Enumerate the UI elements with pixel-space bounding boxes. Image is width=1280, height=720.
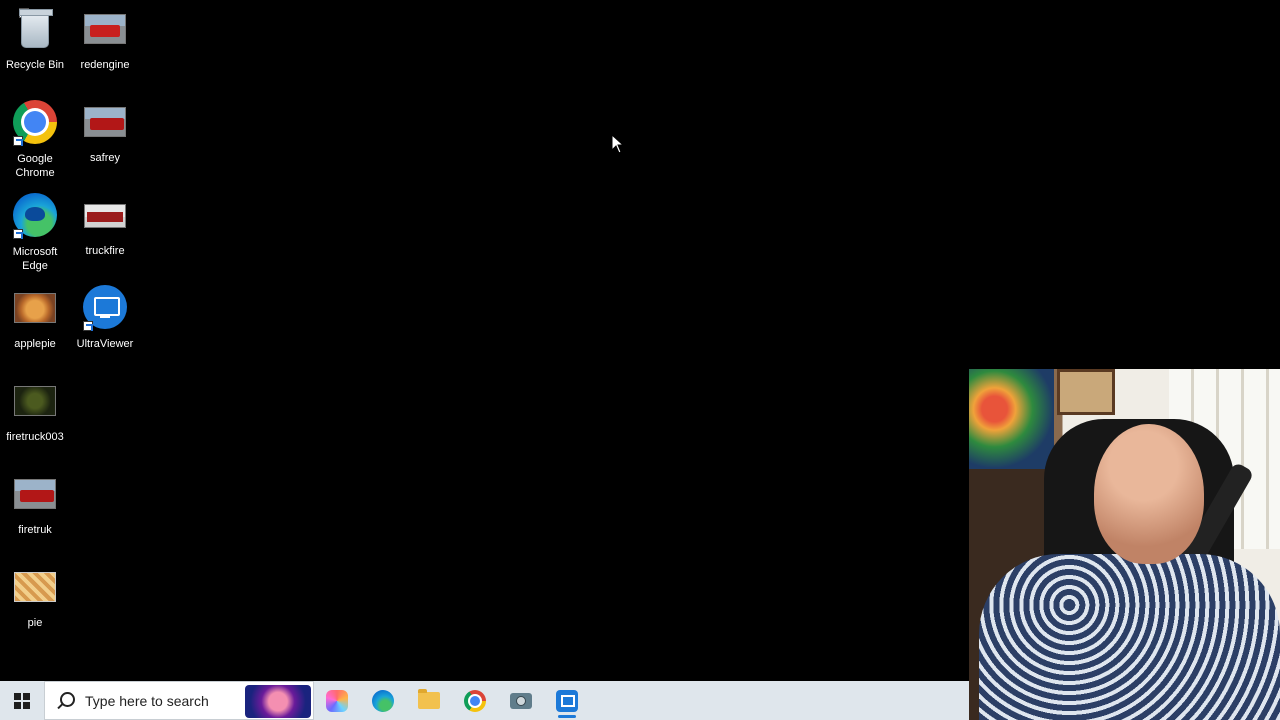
file-explorer-icon: [418, 689, 440, 709]
taskbar-camera[interactable]: [498, 681, 544, 720]
taskbar-ultraviewer[interactable]: [544, 681, 590, 720]
applepie-file[interactable]: applepie: [0, 285, 70, 351]
image-thumbnail-icon: [11, 564, 59, 612]
image-thumbnail-icon: [11, 471, 59, 519]
icon-label: applepie: [14, 338, 56, 350]
taskbar-edge[interactable]: [360, 681, 406, 720]
pie-file[interactable]: pie: [0, 564, 70, 630]
truckfire-file[interactable]: truckfire: [70, 192, 140, 258]
taskbar: Type here to search: [0, 681, 969, 720]
taskbar-copilot[interactable]: [314, 681, 360, 720]
mouse-cursor-icon: [611, 133, 625, 159]
icon-label: UltraViewer: [76, 338, 134, 350]
start-button[interactable]: [0, 681, 44, 720]
icon-label: Microsoft Edge: [12, 246, 58, 272]
recycle-bin-icon: [11, 6, 59, 54]
firetruk-file[interactable]: firetruk: [0, 471, 70, 537]
edge-icon: [11, 193, 59, 241]
search-highlight-image[interactable]: [245, 685, 311, 718]
taskbar-file-explorer[interactable]: [406, 681, 452, 720]
image-thumbnail-icon: [11, 285, 59, 333]
icon-label: Recycle Bin: [5, 59, 65, 71]
copilot-icon: [326, 689, 348, 712]
taskbar-chrome[interactable]: [452, 681, 498, 720]
search-box[interactable]: Type here to search: [44, 681, 314, 720]
windows-logo-icon: [14, 692, 30, 709]
image-thumbnail-icon: [11, 378, 59, 426]
shortcut-arrow-icon: [13, 229, 23, 239]
image-thumbnail-icon: [81, 192, 129, 240]
ultraviewer-icon: [81, 285, 129, 333]
search-icon: [55, 691, 75, 711]
icon-label: Google Chrome: [15, 153, 55, 179]
shortcut-arrow-icon: [13, 136, 23, 146]
shortcut-arrow-icon: [83, 321, 93, 331]
icon-label: firetruk: [18, 524, 52, 536]
icon-label: safrey: [90, 152, 120, 164]
redengine-file[interactable]: redengine: [70, 6, 140, 72]
edge-icon: [372, 689, 394, 712]
recycle-bin-shortcut[interactable]: Recycle Bin: [0, 6, 70, 72]
ultraviewer-shortcut[interactable]: UltraViewer: [70, 283, 140, 351]
firetruck003-file[interactable]: firetruck003: [0, 378, 70, 444]
image-thumbnail-icon: [81, 6, 129, 54]
chrome-icon: [464, 689, 486, 712]
chrome-icon: [11, 100, 59, 148]
edge-shortcut[interactable]: Microsoft Edge: [0, 191, 70, 273]
safrey-file[interactable]: safrey: [70, 99, 140, 165]
camera-icon: [510, 692, 532, 709]
image-thumbnail-icon: [81, 99, 129, 147]
icon-label: pie: [27, 617, 43, 629]
webcam-overlay: [969, 369, 1280, 720]
search-placeholder: Type here to search: [85, 692, 209, 709]
icon-label: redengine: [80, 59, 130, 71]
chrome-shortcut[interactable]: Google Chrome: [0, 98, 70, 180]
icon-label: firetruck003: [6, 431, 64, 443]
ultraviewer-icon: [556, 689, 578, 712]
icon-label: truckfire: [85, 245, 125, 257]
